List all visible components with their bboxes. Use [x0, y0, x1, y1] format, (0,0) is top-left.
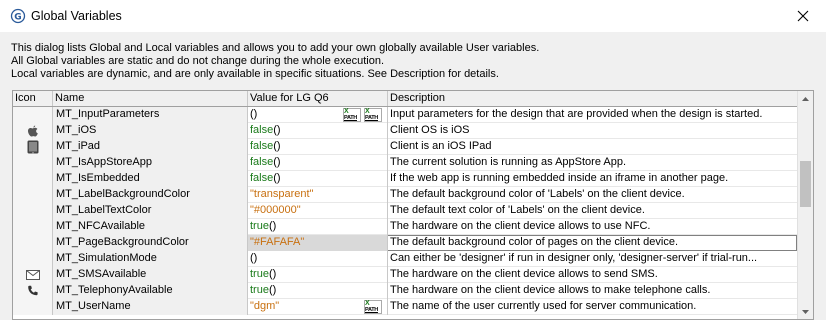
- variable-name: MT_NFCAvailable: [53, 219, 248, 235]
- variable-value[interactable]: "#FAFAFA": [248, 235, 388, 251]
- dialog-title: Global Variables: [31, 9, 122, 23]
- scroll-thumb[interactable]: [800, 161, 811, 207]
- close-icon: [797, 10, 809, 22]
- grid-rows: MT_InputParameters() X PATH X PATH Input para…: [13, 107, 797, 315]
- intro-text: This dialog lists Global and Local varia…: [11, 42, 539, 81]
- xpath-button[interactable]: X PATH: [364, 300, 382, 314]
- variable-name: MT_IsAppStoreApp: [53, 155, 248, 171]
- variable-value[interactable]: false(): [248, 139, 388, 155]
- table-row[interactable]: MT_TelephonyAvailable true() The hardware …: [13, 283, 797, 299]
- row-icon-cell: [13, 155, 53, 171]
- variable-value[interactable]: false(): [248, 123, 388, 139]
- variable-value[interactable]: false(): [248, 171, 388, 187]
- table-row[interactable]: MT_NFCAvailable true() The hardware on the…: [13, 219, 797, 235]
- column-header-name[interactable]: Name: [53, 91, 248, 106]
- dialog-app-icon: G: [10, 8, 26, 24]
- variable-description: If the web app is running embedded insid…: [390, 172, 729, 184]
- xpath-button[interactable]: X PATH: [343, 108, 361, 122]
- variable-description: The hardware on the client device allows…: [390, 284, 711, 296]
- vertical-scrollbar[interactable]: [797, 91, 813, 319]
- variable-name: MT_IsEmbedded: [53, 171, 248, 187]
- title-bar: G Global Variables: [0, 0, 826, 32]
- variable-name: MT_SimulationMode: [53, 251, 248, 267]
- intro-line-2: All Global variables are static and do n…: [11, 55, 385, 67]
- scroll-down-icon: [802, 309, 809, 314]
- variable-name: MT_UserName: [53, 299, 248, 315]
- table-row[interactable]: MT_iPad false() Client is an iOS IPad: [13, 139, 797, 155]
- row-icon-cell: [13, 203, 53, 219]
- intro-line-3: Local variables are dynamic, and are onl…: [11, 68, 499, 80]
- variable-value[interactable]: () X PATH X PATH: [248, 107, 388, 123]
- variable-name: MT_TelephonyAvailable: [53, 283, 248, 299]
- variable-description: The default background color of 'Labels'…: [390, 188, 685, 200]
- row-icon-cell: [13, 171, 53, 187]
- variable-description: The hardware on the client device allows…: [390, 268, 658, 280]
- variable-description: The name of the user currently used for …: [390, 300, 697, 312]
- svg-text:G: G: [14, 13, 21, 23]
- variable-name: MT_LabelTextColor: [53, 203, 248, 219]
- table-row[interactable]: MT_IsAppStoreApp false() The current solut…: [13, 155, 797, 171]
- variables-grid[interactable]: Icon Name Value for LG Q6 Description MT…: [12, 90, 814, 320]
- variable-description: Client is an iOS IPad: [390, 140, 492, 152]
- row-icon-cell: [13, 299, 53, 315]
- row-icon-cell: [13, 187, 53, 203]
- grid-header: Icon Name Value for LG Q6 Description: [13, 91, 797, 107]
- scroll-down-button[interactable]: [798, 304, 813, 319]
- scroll-up-button[interactable]: [798, 91, 813, 106]
- intro-line-1: This dialog lists Global and Local varia…: [11, 42, 540, 54]
- table-row[interactable]: MT_LabelTextColor "#000000" The default te…: [13, 203, 797, 219]
- column-header-icon[interactable]: Icon: [13, 91, 53, 106]
- column-header-value[interactable]: Value for LG Q6: [248, 91, 388, 106]
- column-header-description[interactable]: Description: [388, 91, 797, 106]
- phone-icon: [13, 283, 53, 299]
- variable-value[interactable]: true(): [248, 283, 388, 299]
- variable-description: The default background color of pages on…: [390, 236, 679, 248]
- variable-value[interactable]: true(): [248, 267, 388, 283]
- variable-value[interactable]: "transparent": [248, 187, 388, 203]
- apple-icon: [13, 123, 53, 139]
- variable-name: MT_SMSAvailable: [53, 267, 248, 283]
- scroll-up-icon: [802, 96, 809, 101]
- table-row[interactable]: MT_LabelBackgroundColor "transparent" The …: [13, 187, 797, 203]
- variable-description: Can either be 'designer' if run in desig…: [390, 252, 758, 264]
- variable-value[interactable]: "dgm" X PATH: [248, 299, 388, 315]
- variable-name: MT_LabelBackgroundColor: [53, 187, 248, 203]
- table-row[interactable]: MT_UserName "dgm" X PATH The name of the use…: [13, 299, 797, 315]
- table-row[interactable]: MT_InputParameters() X PATH X PATH Input para…: [13, 107, 797, 123]
- ipad-icon: [13, 139, 53, 155]
- row-icon-cell: [13, 107, 53, 123]
- variable-description: The current solution is running as AppSt…: [390, 156, 627, 168]
- table-row[interactable]: MT_SimulationMode() Can either be 'design…: [13, 251, 797, 267]
- envelope-icon: [13, 267, 53, 283]
- variable-value[interactable]: true(): [248, 219, 388, 235]
- variable-name: MT_InputParameters: [53, 107, 248, 123]
- variable-description: Input parameters for the design that are…: [390, 108, 763, 120]
- variable-description: The default text color of 'Labels' on th…: [390, 204, 645, 216]
- row-icon-cell: [13, 251, 53, 267]
- table-row[interactable]: MT_PageBackgroundColor "#FAFAFA" The defau…: [13, 235, 797, 251]
- variable-value[interactable]: false(): [248, 155, 388, 171]
- xpath-button[interactable]: X PATH: [364, 108, 382, 122]
- row-icon-cell: [13, 235, 53, 251]
- table-row[interactable]: MT_SMSAvailable true() The hardware on the…: [13, 267, 797, 283]
- variable-name: MT_iPad: [53, 139, 248, 155]
- variable-name: MT_iOS: [53, 123, 248, 139]
- variable-description: The hardware on the client device allows…: [390, 220, 651, 232]
- variable-name: MT_PageBackgroundColor: [53, 235, 248, 251]
- close-button[interactable]: [780, 0, 826, 32]
- row-icon-cell: [13, 219, 53, 235]
- global-variables-dialog: G Global Variables This dialog lists Glo…: [0, 0, 826, 320]
- table-row[interactable]: MT_IsEmbedded false() If the web app is ru…: [13, 171, 797, 187]
- table-row[interactable]: MT_iOS false() Client OS is iOS: [13, 123, 797, 139]
- variable-value[interactable]: "#000000": [248, 203, 388, 219]
- variable-description: Client OS is iOS: [390, 124, 470, 136]
- variable-value[interactable]: (): [248, 251, 388, 267]
